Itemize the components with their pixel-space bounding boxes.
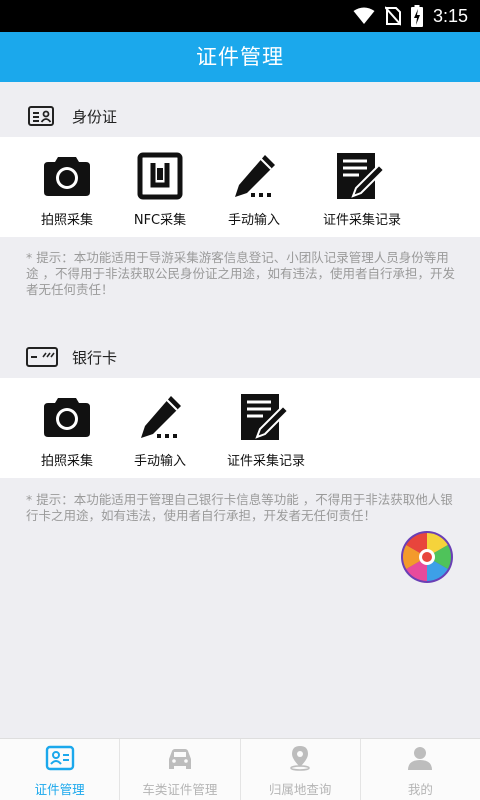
- pen-icon: [141, 396, 181, 438]
- id-card-tip: * 提示：本功能适用于导游采集游客信息登记、小团队记录管理人员身份等用途 ，不得…: [26, 250, 455, 297]
- tab-location-lookup-label: 归属地查询: [268, 782, 332, 797]
- wifi-icon: [353, 7, 375, 24]
- bank-card-tip: * 提示：本功能适用于管理自己银行卡信息等功能 ，不得用于非法获取他人银行卡之用…: [26, 492, 453, 523]
- battery-charging-icon: [410, 5, 423, 27]
- bank-card-section-title: 银行卡: [72, 348, 118, 367]
- tab-vehicle-documents-label: 车类证件管理: [142, 782, 218, 797]
- id-manual-input-label: 手动输入: [227, 213, 280, 228]
- person-icon: [408, 747, 433, 770]
- record-icon: [337, 153, 385, 199]
- bank-card-icon: [26, 347, 58, 367]
- tab-location-lookup[interactable]: 归属地查询: [241, 739, 361, 800]
- id-capture-records-label: 证件采集记录: [322, 213, 401, 228]
- status-time: 3:15: [432, 5, 468, 26]
- tab-id-management[interactable]: 证件管理: [0, 739, 121, 800]
- id-capture-records-button[interactable]: 证件采集记录: [310, 137, 414, 237]
- tab-vehicle-documents[interactable]: 车类证件管理: [120, 739, 241, 800]
- id-manual-input-button[interactable]: 手动输入: [212, 137, 296, 237]
- nfc-capture-button[interactable]: NFC采集: [118, 137, 202, 237]
- tab-mine-label: 我的: [407, 782, 433, 797]
- status-bar: 3:15: [0, 0, 480, 32]
- id-card-section-title: 身份证: [72, 107, 118, 126]
- bank-manual-input-button[interactable]: 手动输入: [118, 378, 202, 478]
- tab-mine[interactable]: 我的: [361, 739, 480, 800]
- id-card-tab-icon: [45, 745, 74, 771]
- id-photo-capture-button[interactable]: 拍照采集: [24, 137, 110, 237]
- id-card-actions: 拍照采集 NFC采集 手动输入 证件采集记录: [0, 137, 480, 237]
- id-card-section-header: 身份证: [0, 88, 480, 144]
- bank-manual-input-label: 手动输入: [133, 454, 186, 469]
- bottom-tab-bar: 证件管理 车类证件管理 归属地查询 我的: [0, 738, 480, 800]
- tab-id-management-label: 证件管理: [34, 782, 85, 797]
- camera-icon: [44, 157, 90, 196]
- bank-photo-capture-button[interactable]: 拍照采集: [24, 378, 110, 478]
- bank-card-section-header: 银行卡: [0, 329, 480, 385]
- bank-capture-records-label: 证件采集记录: [226, 454, 305, 469]
- nfc-icon: [137, 152, 183, 200]
- page-title: 证件管理: [196, 45, 284, 69]
- id-card-icon: [28, 106, 54, 126]
- bank-card-actions: 拍照采集 手动输入 证件采集记录: [0, 378, 480, 478]
- no-sim-icon: [384, 6, 401, 26]
- record-icon: [241, 394, 289, 440]
- pen-icon: [235, 155, 275, 197]
- nfc-capture-label: NFC采集: [133, 213, 187, 228]
- car-icon: [168, 749, 191, 769]
- status-icons: 3:15: [353, 5, 468, 27]
- bank-capture-records-button[interactable]: 证件采集记录: [214, 378, 318, 478]
- location-pin-icon: [290, 746, 310, 771]
- bank-photo-capture-label: 拍照采集: [40, 454, 93, 469]
- camera-icon: [44, 398, 90, 437]
- lucky-wheel-icon[interactable]: [400, 530, 454, 584]
- app-bar: 证件管理: [0, 32, 480, 82]
- id-photo-capture-label: 拍照采集: [40, 213, 93, 228]
